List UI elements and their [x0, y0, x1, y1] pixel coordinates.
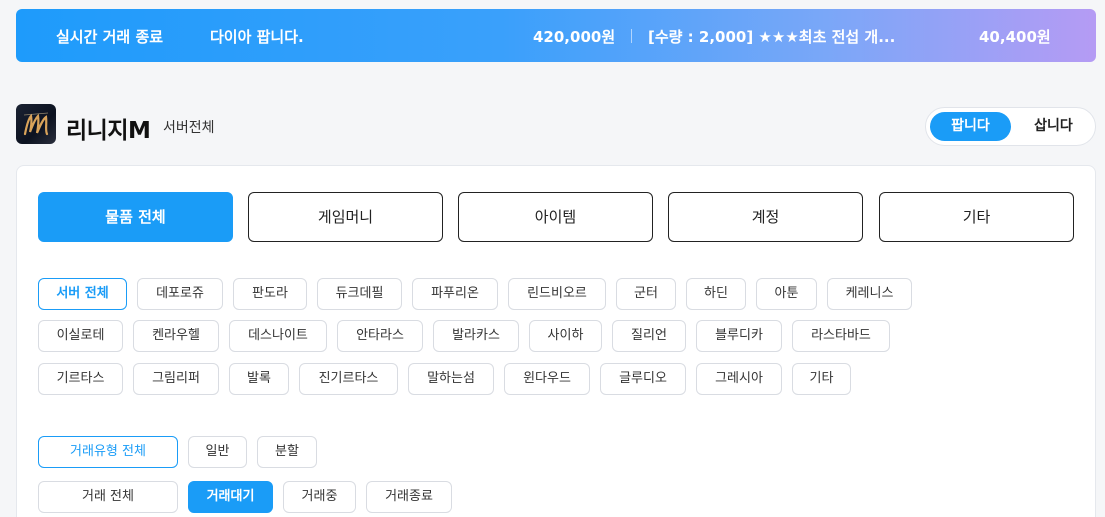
server-chip[interactable]: 듀크데필 [317, 278, 402, 310]
category-etc-button[interactable]: 기타 [879, 192, 1074, 242]
server-chip[interactable]: 케레니스 [827, 278, 912, 310]
server-chip[interactable]: 아툰 [756, 278, 817, 310]
server-chip[interactable]: 켄라우헬 [133, 320, 219, 352]
server-chip[interactable]: 기르타스 [38, 363, 123, 395]
trade-type-all-chip[interactable]: 거래유형 전체 [38, 436, 178, 468]
buy-tab[interactable]: 삽니다 [1016, 112, 1091, 141]
server-chip[interactable]: 데스나이트 [229, 320, 327, 352]
ticker-item-price: 40,400원 [979, 28, 1051, 46]
game-title: 리니지M [66, 118, 151, 144]
server-chip[interactable]: 블루디카 [696, 320, 782, 352]
server-chip[interactable]: 안타라스 [337, 320, 423, 352]
server-chip[interactable]: 윈다우드 [504, 363, 590, 395]
ticker-item-title[interactable]: 다이아 팝니다. [210, 26, 304, 47]
server-chip[interactable]: 린드비오르 [508, 278, 606, 310]
server-chip[interactable]: 기타 [792, 363, 851, 395]
trade-status-waiting-chip[interactable]: 거래대기 [188, 481, 273, 513]
ticker-item-price: 420,000원 [533, 28, 616, 46]
trade-status-completed-chip[interactable]: 거래종료 [366, 481, 452, 513]
server-chip[interactable]: 말하는섬 [408, 363, 494, 395]
ticker-label: 실시간 거래 종료 [56, 28, 164, 46]
server-chip[interactable]: 발록 [229, 363, 289, 395]
sell-tab[interactable]: 팝니다 [930, 112, 1011, 141]
server-chip[interactable]: 하딘 [686, 278, 746, 310]
game-logo-icon [16, 104, 56, 144]
trade-type-normal-chip[interactable]: 일반 [188, 436, 247, 468]
server-chip[interactable]: 판도라 [233, 278, 307, 310]
server-chip[interactable]: 사이하 [529, 320, 602, 352]
server-chip[interactable]: 그림리퍼 [133, 363, 219, 395]
server-chip[interactable]: 그레시아 [696, 363, 782, 395]
server-chip[interactable]: 라스타바드 [792, 320, 890, 352]
sell-buy-toggle: 팝니다 삽니다 [925, 107, 1096, 146]
ticker-divider [631, 29, 632, 43]
server-chip[interactable]: 발라카스 [433, 320, 519, 352]
server-chip[interactable]: 질리언 [612, 320, 686, 352]
category-item-button[interactable]: 아이템 [458, 192, 653, 242]
trade-status-all-chip[interactable]: 거래 전체 [38, 481, 178, 513]
server-chip[interactable]: 글루디오 [600, 363, 686, 395]
trade-type-split-chip[interactable]: 분할 [257, 436, 317, 468]
server-chip[interactable]: 진기르타스 [299, 363, 398, 395]
filter-panel: 물품 전체 게임머니 아이템 계정 기타 서버 전체 데포로쥬 판도라 듀크데필… [16, 165, 1096, 517]
server-chip-all[interactable]: 서버 전체 [38, 278, 127, 310]
server-chip[interactable]: 이실로테 [38, 320, 123, 352]
server-chip[interactable]: 파푸리온 [412, 278, 498, 310]
category-game-money-button[interactable]: 게임머니 [248, 192, 443, 242]
server-chip[interactable]: 군터 [616, 278, 676, 310]
category-all-button[interactable]: 물품 전체 [38, 192, 233, 242]
server-chip[interactable]: 데포로쥬 [137, 278, 223, 310]
ticker-item-title[interactable]: [수량 : 2,000] ★★★최초 전섭 개... [648, 26, 895, 47]
server-scope-label: 서버전체 [163, 120, 215, 136]
trade-status-in-progress-chip[interactable]: 거래중 [283, 481, 356, 513]
live-trade-ticker[interactable]: 실시간 거래 종료 다이아 팝니다. 420,000원 [수량 : 2,000]… [16, 9, 1096, 62]
category-account-button[interactable]: 계정 [668, 192, 863, 242]
